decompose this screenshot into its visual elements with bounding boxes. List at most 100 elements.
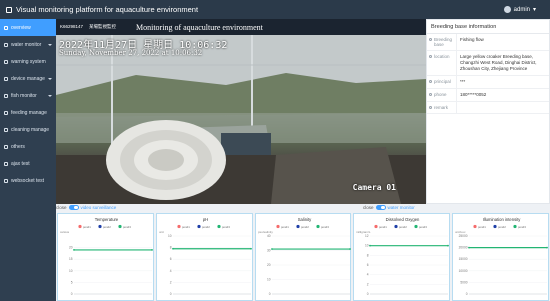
user-menu[interactable]: admin ▾ <box>503 6 536 13</box>
sidebar-item-websocket-test[interactable]: websocket test <box>0 172 56 189</box>
bell-icon <box>4 59 8 64</box>
sidebar-item-overview[interactable]: overview <box>0 19 56 36</box>
y-tick-label: 0 <box>71 292 73 296</box>
video-toggle[interactable]: close video surveillance <box>56 205 116 210</box>
data-point <box>270 248 273 250</box>
camera-scene <box>56 35 426 204</box>
y-tick-label: 20 <box>267 263 271 267</box>
info-key-icon <box>429 93 432 96</box>
legend-label: pond3 <box>518 225 526 229</box>
sidebar-item-fish-monitor[interactable]: fish monitor <box>0 87 56 104</box>
info-row: remark <box>427 102 549 114</box>
camera-id: K66298147 <box>60 24 84 29</box>
video-switch[interactable] <box>68 205 79 210</box>
legend-label: pond1 <box>83 225 91 229</box>
legend-marker <box>197 224 201 229</box>
app-title: Visual monitoring platform for aquacultu… <box>16 5 199 14</box>
data-point <box>369 244 372 247</box>
socket-icon <box>4 178 8 183</box>
app-logo-icon <box>6 6 12 13</box>
y-tick-label: 2 <box>170 280 172 284</box>
y-tick-label: 0 <box>268 292 270 296</box>
chevron-down-icon <box>48 77 52 80</box>
camera-feed[interactable]: 2022年11月27日 星期日 10:06:32 Sunday, Novembe… <box>56 35 426 204</box>
info-key-icon <box>429 106 432 109</box>
chart-title: pH <box>203 217 208 222</box>
sidebar-item-device-manage[interactable]: device manage <box>0 70 56 87</box>
data-point <box>249 247 252 250</box>
info-title: Breeding base information <box>427 20 549 34</box>
water-toggle-close: close <box>363 205 374 210</box>
y-axis-label: milligram/L <box>356 230 371 234</box>
legend-marker <box>493 224 497 229</box>
legend-label: pond2 <box>399 225 407 229</box>
data-point <box>151 249 153 251</box>
info-key: location <box>427 51 457 75</box>
legend-marker <box>98 224 102 229</box>
legend-label: pond1 <box>182 225 190 229</box>
water-toggle-label: water monitor <box>387 205 415 210</box>
y-tick-label: 10 <box>69 269 73 273</box>
y-tick-label: 4 <box>367 273 369 277</box>
device-icon <box>4 76 8 81</box>
info-key: Breeding base <box>427 34 457 50</box>
legend-label: pond2 <box>498 225 506 229</box>
info-key-label: remark <box>434 105 449 110</box>
sidebar: overview water monitor warning system devic… <box>0 19 56 301</box>
water-toggle[interactable]: close water monitor <box>363 205 415 210</box>
data-point <box>447 244 450 247</box>
data-point <box>73 249 75 251</box>
sidebar-item-label: feeding manage <box>11 109 47 116</box>
camera-label: Camera 01 <box>352 183 396 192</box>
chart-svg: pH pond1 pond2 pond3 unit 0 2 4 6 8 10 <box>159 217 252 296</box>
legend-marker <box>394 224 398 229</box>
legend-label: pond3 <box>419 225 427 229</box>
camera-name: 某場監視監控 <box>89 24 117 29</box>
legend-label: pond1 <box>478 225 486 229</box>
legend-marker <box>414 224 418 229</box>
sidebar-item-label: overview <box>11 24 31 31</box>
avatar <box>503 6 511 13</box>
y-tick-label: 10 <box>168 234 172 238</box>
chart-svg: Salinity pond1 pond2 pond3 psu/salinity 0 10 20… <box>258 217 351 296</box>
info-key-icon <box>429 80 432 83</box>
y-tick-label: 0 <box>466 292 468 296</box>
sidebar-item-warning-system[interactable]: warning system <box>0 53 56 70</box>
chart-title: Illumination intensity <box>483 217 522 222</box>
sidebar-item-others[interactable]: others <box>0 138 56 155</box>
legend-marker <box>118 224 122 229</box>
sidebar-item-label: ajax test <box>11 160 30 167</box>
y-tick-label: 6 <box>170 257 172 261</box>
y-tick-label: 15000 <box>459 257 468 261</box>
y-axis-label: unit <box>159 230 164 234</box>
breeding-info-panel: Breeding base information Breeding base F… <box>426 19 550 204</box>
sidebar-item-cleaning-manage[interactable]: cleaning manage <box>0 121 56 138</box>
video-panel: K66298147 某場監視監控 Monitoring of aquacultu… <box>56 19 426 204</box>
water-switch[interactable] <box>375 205 386 210</box>
y-tick-label: 10 <box>365 244 369 248</box>
data-point <box>468 246 471 249</box>
info-row: location Large yellow croaker Breeding ba… <box>427 51 549 76</box>
y-tick-label: 20 <box>69 246 73 250</box>
info-key-icon <box>429 55 432 58</box>
sidebar-item-label: cleaning manage <box>11 126 50 133</box>
clean-icon <box>4 127 8 132</box>
legend-label: pond2 <box>103 225 111 229</box>
legend-marker <box>295 224 300 229</box>
sidebar-item-label: fish monitor <box>11 92 37 99</box>
legend-marker <box>374 224 378 229</box>
legend-marker <box>275 224 280 229</box>
y-tick-label: 8 <box>170 246 172 250</box>
info-key-label: location <box>434 54 450 59</box>
sidebar-item-feeding-manage[interactable]: feeding manage <box>0 104 56 121</box>
chart-card: Dissolved Oxygen pond1 pond2 pond3 milligram… <box>353 213 451 301</box>
legend-marker <box>217 224 221 229</box>
info-key: principal <box>427 76 457 88</box>
sidebar-item-ajax-test[interactable]: ajax test <box>0 155 56 172</box>
info-value <box>457 102 549 113</box>
info-value: *** <box>460 79 466 84</box>
sidebar-item-water-monitor[interactable]: water monitor <box>0 36 56 53</box>
y-tick-label: 15 <box>69 257 73 261</box>
y-tick-label: 30 <box>267 249 271 253</box>
data-point <box>171 247 174 250</box>
